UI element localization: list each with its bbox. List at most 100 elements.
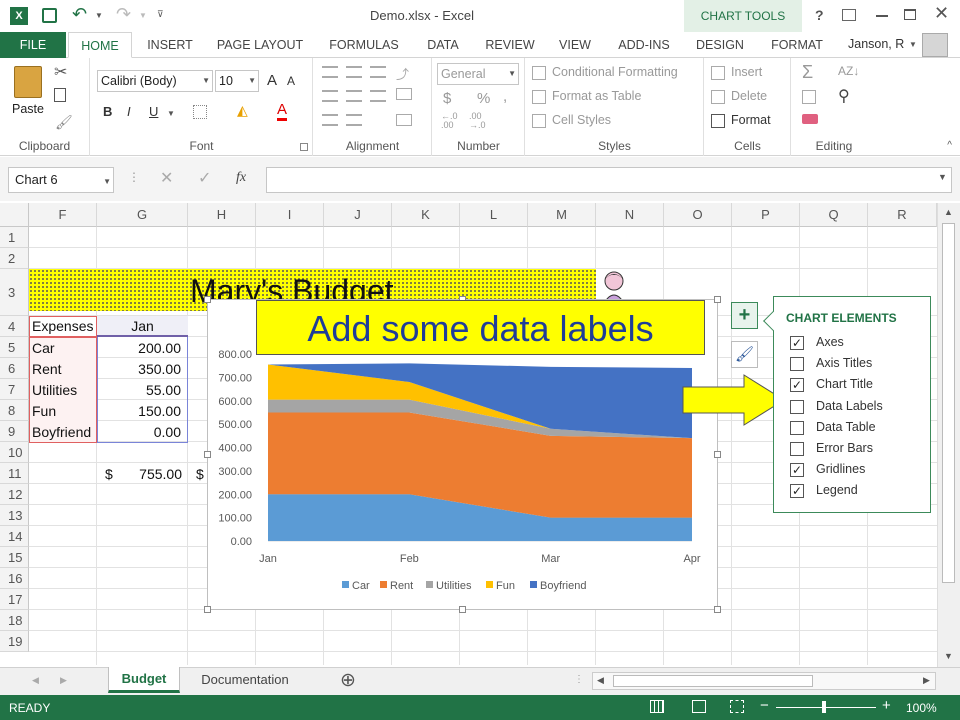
- checkbox[interactable]: ✓: [790, 484, 804, 499]
- select-all-corner[interactable]: [0, 203, 29, 227]
- resize-handle[interactable]: [459, 606, 466, 613]
- cell-styles-button[interactable]: Cell Styles: [552, 113, 611, 127]
- tab-view[interactable]: VIEW: [550, 32, 600, 58]
- scroll-up-icon[interactable]: ▲: [944, 207, 953, 217]
- checkbox[interactable]: ✓: [790, 378, 804, 393]
- row-header[interactable]: 3: [0, 269, 29, 316]
- scroll-tabs-left-icon[interactable]: ◀: [32, 675, 39, 686]
- checkbox[interactable]: [790, 442, 804, 456]
- find-select-icon[interactable]: ⚲: [838, 86, 850, 106]
- row-header[interactable]: 2: [0, 248, 29, 269]
- row-header[interactable]: 13: [0, 505, 29, 526]
- undo-icon[interactable]: ↶: [72, 4, 87, 25]
- undo-dropdown-icon[interactable]: ▼: [95, 11, 103, 20]
- sort-filter-icon[interactable]: AZ↓: [838, 64, 859, 78]
- copy-icon[interactable]: [54, 88, 66, 102]
- format-as-table-icon[interactable]: [532, 90, 546, 104]
- zoom-out-button[interactable]: −: [760, 697, 769, 714]
- italic-button[interactable]: I: [127, 104, 131, 119]
- horizontal-scrollbar[interactable]: ◀ ▶: [592, 672, 936, 690]
- customize-qat-icon[interactable]: ⊽: [157, 9, 164, 20]
- tab-insert[interactable]: INSERT: [140, 32, 200, 58]
- jan-value[interactable]: 0.00: [97, 422, 181, 443]
- align-center-icon[interactable]: [346, 90, 362, 102]
- tab-formulas[interactable]: FORMULAS: [320, 32, 408, 58]
- increase-font-icon[interactable]: A: [267, 72, 277, 89]
- formula-input[interactable]: [266, 167, 952, 193]
- fill-icon[interactable]: [802, 90, 816, 104]
- name-box[interactable]: Chart 6 ▼: [8, 167, 114, 193]
- fill-color-icon[interactable]: ◭: [237, 102, 248, 119]
- insert-cells-icon[interactable]: [711, 66, 725, 80]
- tab-add-ins[interactable]: ADD-INS: [610, 32, 678, 58]
- format-cells-icon[interactable]: [711, 114, 725, 128]
- jan-value[interactable]: 200.00: [97, 338, 181, 359]
- cut-icon[interactable]: ✂: [54, 62, 67, 82]
- row-header[interactable]: 10: [0, 442, 29, 463]
- currency-button[interactable]: $: [443, 90, 451, 107]
- chart-styles-button[interactable]: 🖌: [731, 341, 758, 368]
- column-header[interactable]: Q: [800, 203, 868, 227]
- resize-handle[interactable]: [714, 606, 721, 613]
- row-header[interactable]: 12: [0, 484, 29, 505]
- column-header[interactable]: O: [664, 203, 732, 227]
- row-header[interactable]: 5: [0, 337, 29, 358]
- align-right-icon[interactable]: [370, 90, 386, 102]
- row-header[interactable]: 1: [0, 227, 29, 248]
- tab-design[interactable]: DESIGN: [688, 32, 752, 58]
- column-header[interactable]: N: [596, 203, 664, 227]
- font-dialog-launcher-icon[interactable]: [300, 143, 308, 151]
- redo-icon[interactable]: ↷: [116, 4, 131, 25]
- conditional-formatting-icon[interactable]: [532, 66, 546, 80]
- row-header[interactable]: 8: [0, 400, 29, 421]
- save-icon[interactable]: [42, 8, 57, 23]
- chart-elements-button[interactable]: +: [731, 302, 758, 329]
- bold-button[interactable]: B: [103, 104, 112, 119]
- column-header[interactable]: F: [29, 203, 97, 227]
- new-sheet-button[interactable]: ⊕: [340, 669, 356, 692]
- resize-handle[interactable]: [204, 606, 211, 613]
- column-header[interactable]: K: [392, 203, 460, 227]
- tab-format[interactable]: FORMAT: [762, 32, 832, 58]
- insert-cells-button[interactable]: Insert: [731, 65, 762, 79]
- align-bottom-icon[interactable]: [370, 66, 386, 78]
- collapse-ribbon-icon[interactable]: ^: [947, 140, 952, 151]
- jan-value[interactable]: 55.00: [97, 380, 181, 401]
- row-header[interactable]: 14: [0, 526, 29, 547]
- merge-center-icon[interactable]: [396, 114, 412, 126]
- checkbox[interactable]: [790, 420, 804, 435]
- percent-button[interactable]: %: [477, 90, 490, 107]
- orientation-icon[interactable]: ⤴: [396, 64, 409, 83]
- tab-data[interactable]: DATA: [418, 32, 468, 58]
- tab-page-layout[interactable]: PAGE LAYOUT: [210, 32, 310, 58]
- scroll-right-icon[interactable]: ▶: [923, 675, 930, 686]
- tab-split-handle[interactable]: ⋮: [574, 674, 584, 685]
- maximize-button[interactable]: [904, 9, 916, 20]
- borders-icon[interactable]: [193, 105, 207, 119]
- format-painter-icon[interactable]: 🖌: [55, 114, 73, 131]
- avatar[interactable]: [922, 33, 948, 57]
- comma-style-icon[interactable]: ,: [503, 88, 507, 105]
- cell-styles-icon[interactable]: [532, 114, 546, 128]
- zoom-slider-track[interactable]: [776, 707, 876, 708]
- column-header[interactable]: P: [732, 203, 800, 227]
- column-header[interactable]: J: [324, 203, 392, 227]
- expense-item[interactable]: Rent: [32, 359, 62, 380]
- user-dropdown-icon[interactable]: ▼: [909, 40, 917, 49]
- number-format-select[interactable]: General ▼: [437, 63, 519, 85]
- scroll-left-icon[interactable]: ◀: [597, 675, 604, 686]
- close-button[interactable]: ✕: [934, 3, 949, 24]
- delete-cells-icon[interactable]: [711, 90, 725, 104]
- expenses-header[interactable]: Expenses: [32, 316, 93, 337]
- row-header[interactable]: 9: [0, 421, 29, 442]
- page-break-view-icon[interactable]: [730, 700, 744, 713]
- total-currency-h[interactable]: $: [196, 464, 204, 485]
- zoom-slider-thumb[interactable]: [822, 701, 826, 713]
- expense-item[interactable]: Car: [32, 338, 55, 359]
- tab-home[interactable]: HOME: [68, 32, 132, 58]
- align-left-icon[interactable]: [322, 90, 338, 102]
- resize-handle[interactable]: [204, 451, 211, 458]
- row-header[interactable]: 15: [0, 547, 29, 568]
- tab-file[interactable]: FILE: [0, 32, 66, 58]
- jan-value[interactable]: 150.00: [97, 401, 181, 422]
